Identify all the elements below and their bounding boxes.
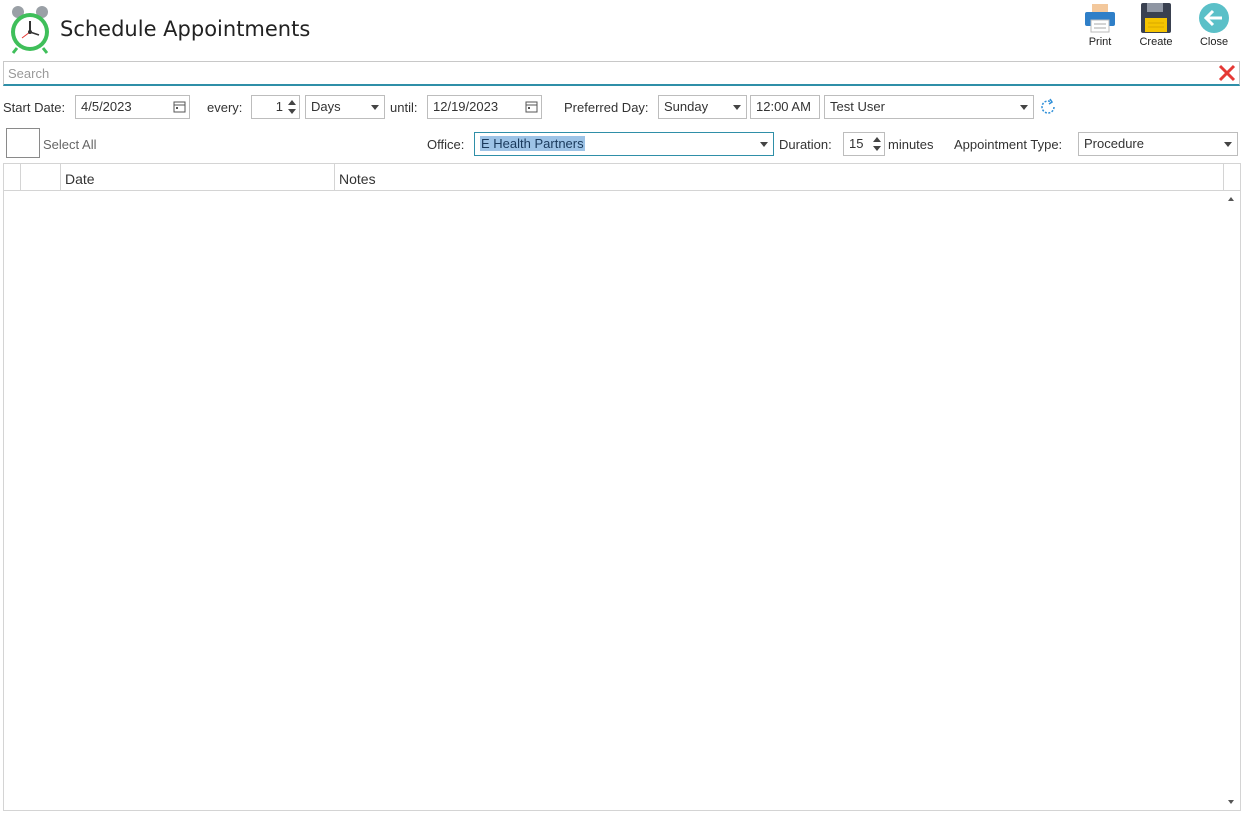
start-date-field[interactable]: 4/5/2023 [75, 95, 190, 119]
time-value: 12:00 AM [756, 99, 811, 114]
scroll-up-icon[interactable] [1228, 197, 1234, 201]
preferred-day-value: Sunday [664, 99, 709, 114]
red-x-icon[interactable] [1218, 64, 1236, 82]
page-title: Schedule Appointments [60, 17, 311, 41]
grid-col-select[interactable] [21, 164, 61, 191]
back-arrow-icon [1199, 3, 1229, 33]
until-label: until: [390, 100, 418, 115]
chevron-down-icon [371, 105, 379, 110]
appointment-type-select[interactable]: Procedure [1078, 132, 1238, 156]
every-label: every: [207, 100, 243, 115]
select-all-label: Select All [43, 137, 97, 152]
user-select[interactable]: Test User [824, 95, 1034, 119]
preferred-day-select[interactable]: Sunday [658, 95, 747, 119]
every-value: 1 [275, 99, 283, 114]
print-button[interactable]: Print [1075, 2, 1125, 56]
office-value: E Health Partners [480, 136, 585, 151]
start-date-label: Start Date: [3, 100, 66, 115]
select-all-checkbox[interactable] [6, 128, 40, 158]
grid-col-notes[interactable]: Notes [335, 164, 1224, 191]
search-bar [3, 61, 1240, 86]
duration-unit-label: minutes [888, 137, 934, 152]
start-date-value: 4/5/2023 [81, 99, 132, 114]
grid-col-date[interactable]: Date [61, 164, 335, 191]
appointment-type-value: Procedure [1084, 136, 1144, 151]
search-input[interactable] [4, 62, 1204, 84]
create-button[interactable]: Create [1131, 2, 1181, 56]
chevron-down-icon [760, 142, 768, 147]
duration-label: Duration: [779, 137, 832, 152]
close-button[interactable]: Close [1189, 2, 1239, 56]
grid-header: Date Notes [4, 164, 1240, 191]
user-value: Test User [830, 99, 885, 114]
grid-col-indicator [4, 164, 21, 191]
interval-unit-value: Days [311, 99, 341, 114]
until-date-value: 12/19/2023 [433, 99, 499, 114]
vertical-scrollbar[interactable] [1224, 191, 1240, 810]
until-date-field[interactable]: 12/19/2023 [427, 95, 542, 119]
office-select[interactable]: E Health Partners [474, 132, 774, 156]
spinner-icon[interactable] [872, 135, 882, 153]
appointments-grid: Date Notes [3, 163, 1241, 811]
every-stepper[interactable]: 1 [251, 95, 300, 119]
appointment-type-label: Appointment Type: [954, 137, 1063, 152]
calendar-icon[interactable] [173, 100, 186, 113]
time-field[interactable]: 12:00 AM [750, 95, 820, 119]
alarm-clock-icon [11, 6, 49, 54]
duration-value: 15 [849, 136, 864, 151]
duration-stepper[interactable]: 15 [843, 132, 885, 156]
chevron-down-icon [1020, 105, 1028, 110]
spinner-icon[interactable] [287, 98, 297, 116]
scroll-down-icon[interactable] [1228, 800, 1234, 804]
preferred-day-label: Preferred Day: [564, 100, 649, 115]
close-label: Close [1199, 36, 1229, 48]
interval-unit-select[interactable]: Days [305, 95, 385, 119]
chevron-down-icon [1224, 142, 1232, 147]
create-label: Create [1139, 36, 1173, 48]
refresh-icon[interactable] [1039, 98, 1057, 116]
office-label: Office: [427, 137, 465, 152]
chevron-down-icon [733, 105, 741, 110]
floppy-disk-icon [1141, 3, 1171, 33]
print-label: Print [1088, 36, 1112, 48]
printer-icon [1085, 4, 1115, 33]
calendar-icon[interactable] [525, 100, 538, 113]
header: Schedule Appointments Print Create Close [0, 0, 1243, 58]
